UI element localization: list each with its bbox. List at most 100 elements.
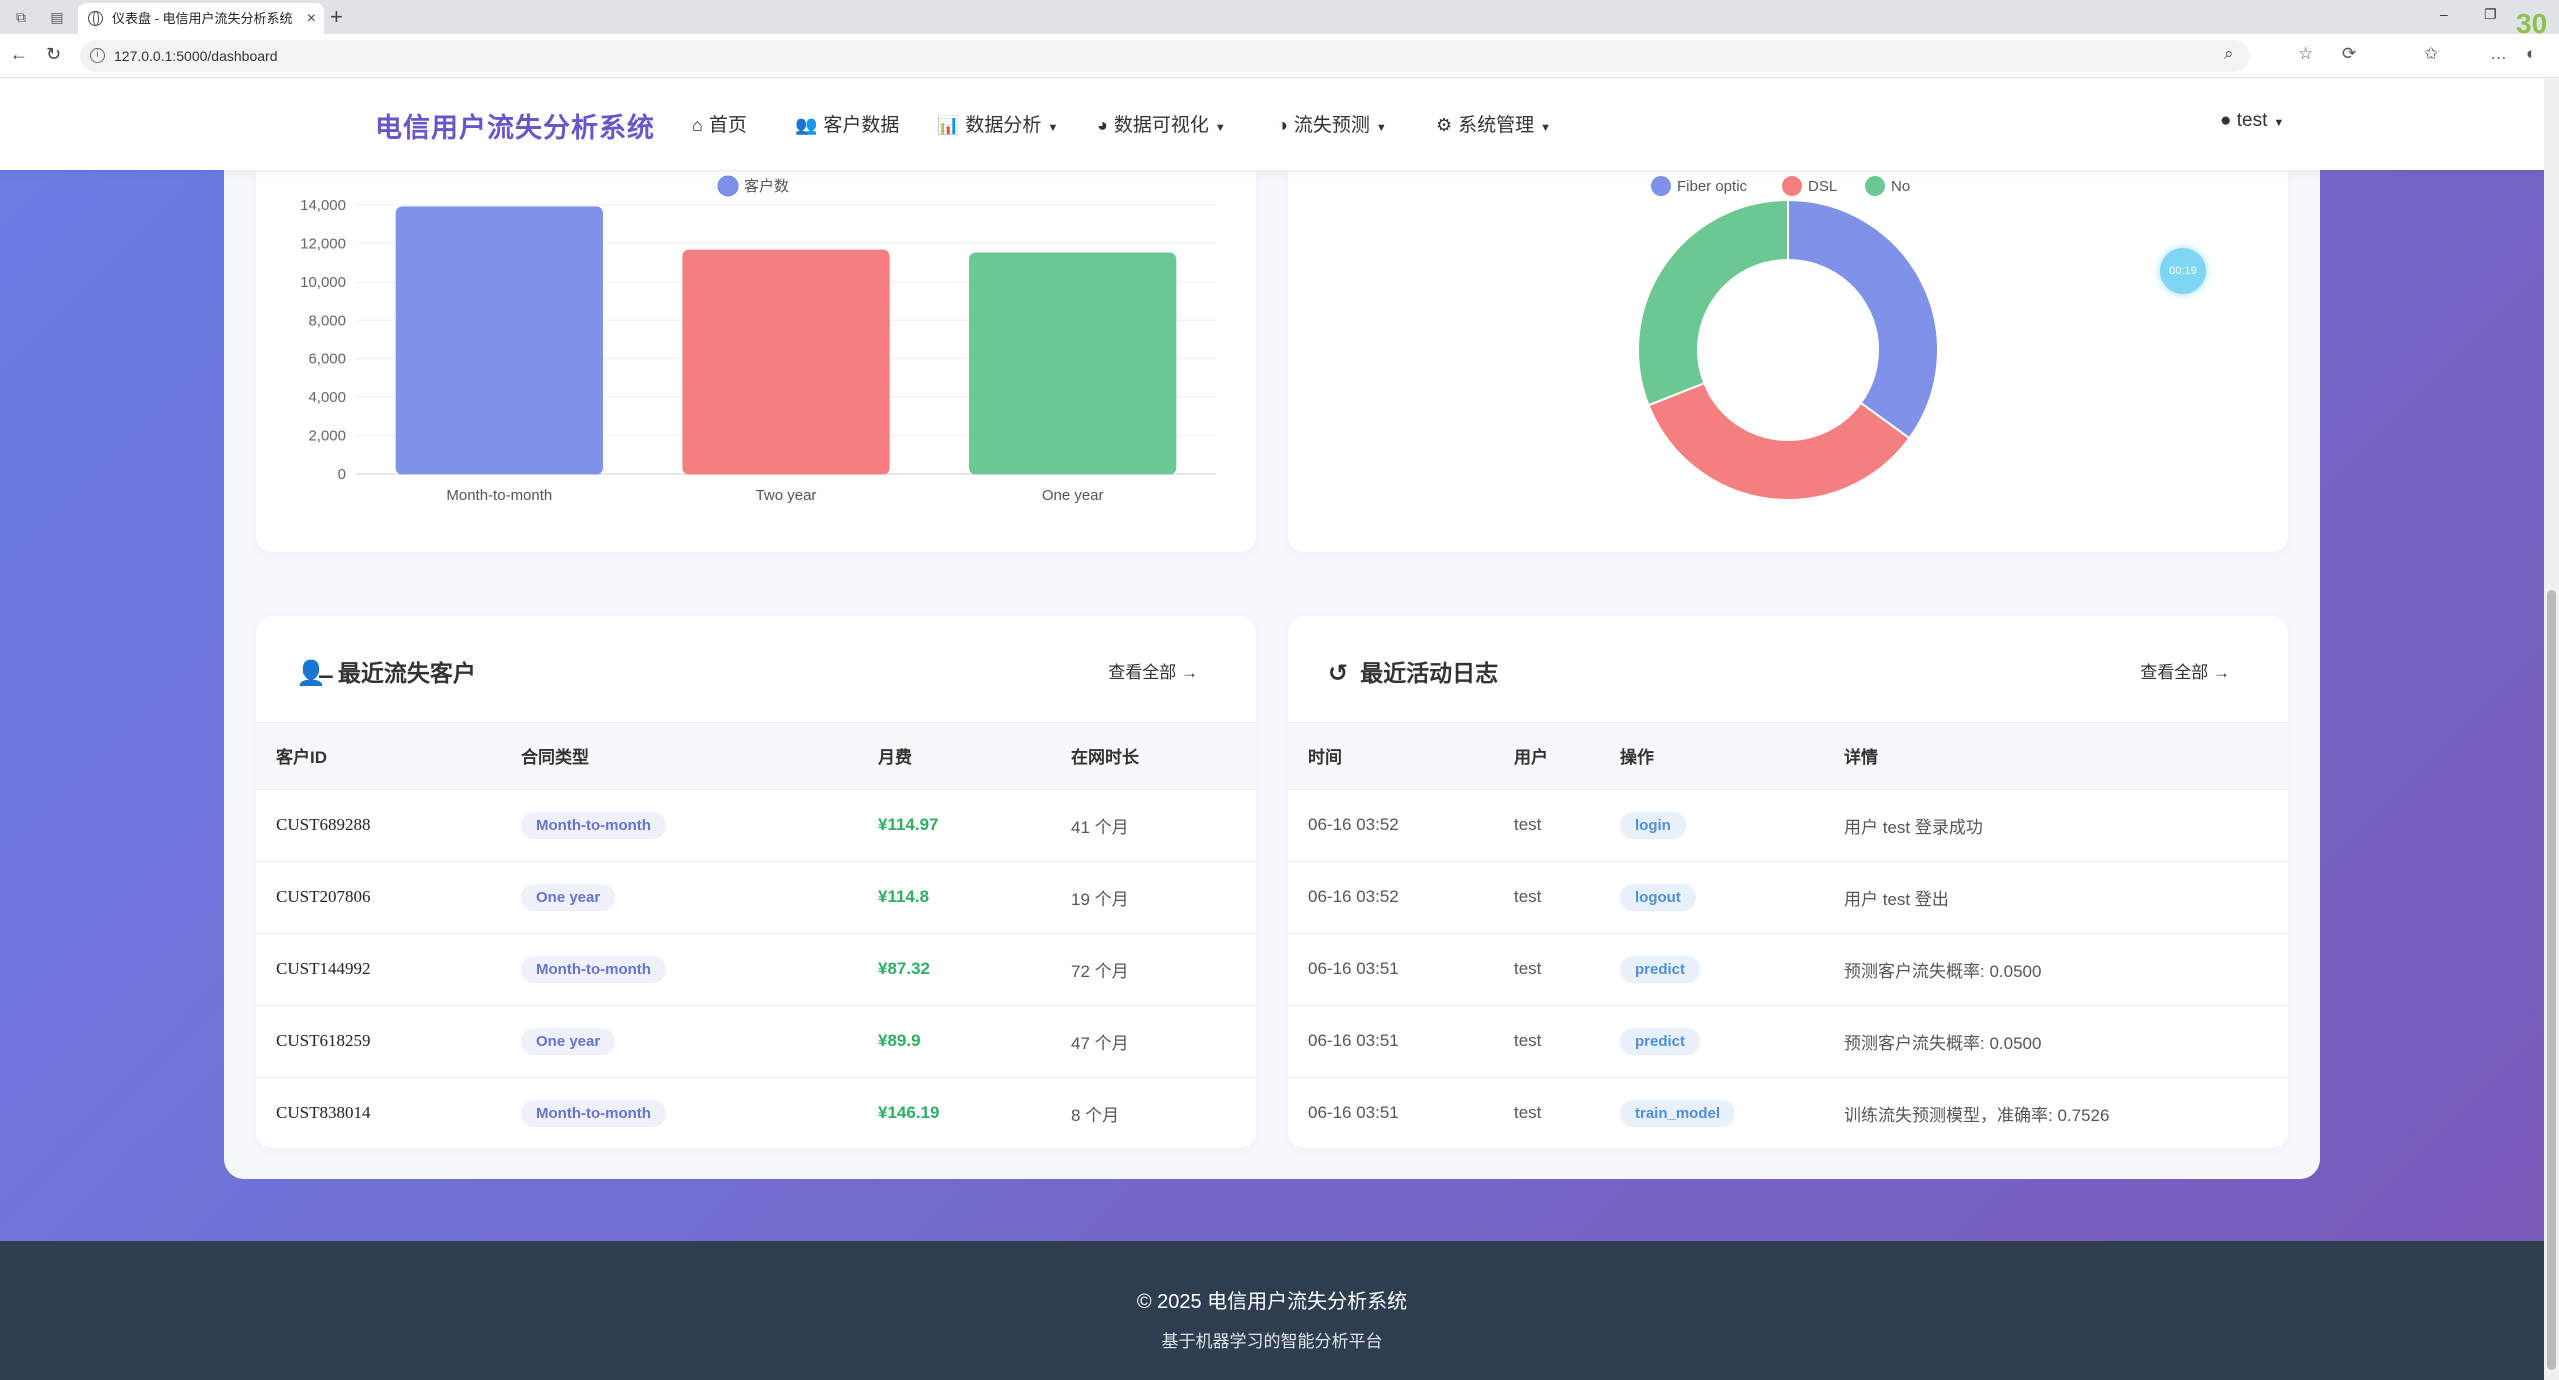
- table-row: 06-16 03:52 test login 用户 test 登录成功: [1288, 789, 2288, 862]
- table-row[interactable]: CUST207806 One year ¥114.8 19 个月: [256, 861, 1256, 934]
- log-time: 06-16 03:51: [1288, 933, 1494, 1006]
- nav-item-system[interactable]: ⚙ 系统管理 ▼: [1436, 110, 1551, 137]
- legend-label: DSL: [1808, 178, 1837, 195]
- y-tick-label: 10,000: [300, 274, 346, 291]
- log-user: test: [1494, 1005, 1600, 1078]
- action-cell: logout: [1600, 861, 1824, 934]
- action-badge: predict: [1620, 1027, 1701, 1055]
- log-detail: 用户 test 登出: [1824, 861, 2288, 934]
- nav-label: 流失预测: [1293, 115, 1370, 136]
- bar: [968, 252, 1177, 475]
- nav-item-visualization[interactable]: ◕ 数据可视化 ▼: [1097, 110, 1226, 137]
- tenure: 19 个月: [1051, 861, 1256, 934]
- tenure: 41 个月: [1051, 789, 1256, 862]
- view-all-churn-link[interactable]: 查看全部 →: [1108, 658, 1198, 683]
- customer-id: CUST689288: [256, 789, 501, 862]
- nav-item-customers[interactable]: 👥 客户数据: [795, 110, 899, 137]
- legend-label: Fiber optic: [1677, 178, 1748, 195]
- action-cell: predict: [1600, 1005, 1824, 1078]
- monthly-fee: ¥114.97: [858, 789, 1051, 862]
- log-time: 06-16 03:51: [1288, 1077, 1494, 1148]
- scrollbar-thumb[interactable]: [2547, 590, 2556, 1370]
- address-bar: ← ↻ i 127.0.0.1:5000/dashboard ⌕ ☆ ⟳ ✩ ……: [0, 34, 2559, 78]
- action-cell: predict: [1600, 933, 1824, 1006]
- customer-id: CUST144992: [256, 933, 501, 1006]
- column-header: 客户ID: [256, 723, 501, 790]
- history-icon: ↺: [1328, 660, 1349, 687]
- reload-icon[interactable]: ↻: [46, 44, 61, 65]
- card-title: ↺ 最近活动日志: [1328, 654, 1498, 688]
- nav-item-home[interactable]: ⌂ 首页: [692, 110, 747, 137]
- timer-bubble[interactable]: 00:19: [2160, 248, 2206, 294]
- contract-cell: One year: [501, 1005, 858, 1078]
- site-info-icon[interactable]: i: [90, 48, 105, 63]
- contract-badge: Month-to-month: [521, 955, 666, 983]
- workspaces-icon[interactable]: ⧉: [12, 8, 30, 26]
- y-tick-label: 8,000: [308, 312, 346, 329]
- column-header: 月费: [858, 723, 1051, 790]
- back-icon[interactable]: ←: [10, 44, 28, 65]
- view-all-label: 查看全部: [1108, 663, 1177, 682]
- browser-tab[interactable]: 仪表盘 - 电信用户流失分析系统 ×: [78, 3, 324, 34]
- customer-id: CUST838014: [256, 1077, 501, 1148]
- restore-icon[interactable]: ❐: [2484, 6, 2497, 23]
- table-row[interactable]: CUST144992 Month-to-month ¥87.32 72 个月: [256, 933, 1256, 1006]
- user-menu[interactable]: ● test ▼: [2220, 110, 2284, 132]
- contract-cell: Month-to-month: [501, 789, 858, 862]
- monthly-fee: ¥114.8: [858, 861, 1051, 934]
- monthly-fee: ¥146.19: [858, 1077, 1051, 1148]
- sidebar-toggle-icon[interactable]: ▤: [48, 8, 66, 26]
- y-tick-label: 4,000: [308, 389, 346, 406]
- nav-label: 数据分析: [965, 115, 1042, 136]
- top-navbar: 电信用户流失分析系统 ⌂ 首页 👥 客户数据 📊 数据分析 ▼ ◕ 数据可视化 ▼ ◑ 流失预…: [0, 78, 2544, 170]
- footer-tagline: 基于机器学习的智能分析平台: [1161, 1332, 1383, 1351]
- log-time: 06-16 03:51: [1288, 1005, 1494, 1078]
- table-row[interactable]: CUST838014 Month-to-month ¥146.19 8 个月: [256, 1077, 1256, 1148]
- collections-icon[interactable]: ✩: [2424, 44, 2438, 64]
- card-header: 👤̶ 最近流失客户 查看全部 →: [256, 616, 1256, 723]
- copilot-icon[interactable]: ◐: [2526, 44, 2536, 64]
- bar: [682, 249, 890, 475]
- nav-item-analysis[interactable]: 📊 数据分析 ▼: [937, 110, 1058, 137]
- table-header-row: 客户ID 合同类型 月费 在网时长: [256, 723, 1256, 790]
- refresh-ext-icon[interactable]: ⟳: [2342, 44, 2356, 64]
- close-tab-icon[interactable]: ×: [307, 3, 316, 34]
- activity-table: 时间 用户 操作 详情 06-16 03:52 test login 用户 test …: [1288, 723, 2288, 1148]
- view-all-label: 查看全部: [2140, 663, 2209, 682]
- minimize-icon[interactable]: –: [2440, 6, 2448, 22]
- browser-tab-bar: ⧉ ▤ 仪表盘 - 电信用户流失分析系统 × + – ❐ 30: [0, 0, 2559, 39]
- nav-label: 首页: [708, 115, 747, 136]
- legend-label: 客户数: [744, 178, 789, 195]
- action-cell: login: [1600, 789, 1824, 862]
- contract-cell: Month-to-month: [501, 933, 858, 1006]
- donut-slice: [1637, 198, 1789, 407]
- favorite-icon[interactable]: ☆: [2298, 44, 2313, 64]
- action-badge: logout: [1620, 883, 1696, 911]
- new-tab-button[interactable]: +: [330, 4, 343, 30]
- zoom-icon[interactable]: ⌕: [2224, 44, 2234, 64]
- nav-item-prediction[interactable]: ◑ 流失预测 ▼: [1277, 110, 1387, 137]
- url-field[interactable]: i 127.0.0.1:5000/dashboard: [80, 40, 2250, 72]
- chart-bar-icon: 📊: [937, 115, 960, 135]
- legend-swatch: [1865, 176, 1885, 196]
- footer: © 2025 电信用户流失分析系统 基于机器学习的智能分析平台: [0, 1241, 2544, 1380]
- arrow-right-icon: →: [2213, 663, 2230, 682]
- column-header: 用户: [1494, 723, 1600, 790]
- view-all-activity-link[interactable]: 查看全部 →: [2140, 658, 2230, 683]
- churn-table: 客户ID 合同类型 月费 在网时长 CUST689288 Month-to-mon…: [256, 723, 1256, 1148]
- more-icon[interactable]: …: [2490, 44, 2507, 64]
- table-row[interactable]: CUST689288 Month-to-month ¥114.97 41 个月: [256, 789, 1256, 862]
- x-tick-label: One year: [1042, 487, 1104, 504]
- bar: [395, 206, 604, 475]
- donut-slice: [1787, 198, 1939, 440]
- brand-link[interactable]: 电信用户流失分析系统: [375, 106, 655, 145]
- contract-badge: One year: [521, 883, 616, 911]
- table-row[interactable]: CUST618259 One year ¥89.9 47 个月: [256, 1005, 1256, 1078]
- customer-id: CUST618259: [256, 1005, 501, 1078]
- gear-icon: ⚙: [1436, 115, 1453, 135]
- x-tick-label: Two year: [756, 487, 817, 504]
- user-name: test: [2236, 110, 2268, 131]
- contract-badge: One year: [521, 1027, 616, 1055]
- table-row: 06-16 03:52 test logout 用户 test 登出: [1288, 861, 2288, 934]
- tenure: 8 个月: [1051, 1077, 1256, 1148]
